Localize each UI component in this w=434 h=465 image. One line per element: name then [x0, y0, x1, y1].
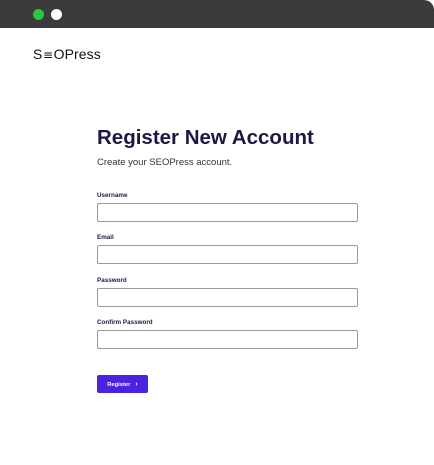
- email-input[interactable]: [97, 245, 358, 264]
- confirm-password-label: Confirm Password: [97, 319, 153, 326]
- logo-prefix: S: [33, 46, 43, 62]
- username-label: Username: [97, 192, 128, 199]
- username-input[interactable]: [97, 203, 358, 222]
- email-label: Email: [97, 234, 114, 241]
- window-green-dot-icon[interactable]: [33, 9, 44, 20]
- page-subtitle: Create your SEOPress account.: [97, 157, 233, 168]
- logo-suffix: OPress: [53, 46, 101, 62]
- confirm-password-input[interactable]: [97, 330, 358, 349]
- register-button-label: Register: [107, 381, 131, 388]
- seopress-logo[interactable]: S≡OPress: [33, 46, 101, 62]
- username-field-group: Username: [97, 192, 359, 222]
- window-titlebar: [0, 0, 434, 28]
- password-label: Password: [97, 277, 127, 284]
- password-field-group: Password: [97, 277, 359, 307]
- register-button[interactable]: Register ›: [97, 375, 148, 393]
- page-title: Register New Account: [97, 126, 314, 149]
- password-input[interactable]: [97, 288, 358, 307]
- page: S≡OPress Register New Account Create you…: [0, 0, 434, 465]
- chevron-right-icon: ›: [135, 380, 138, 388]
- window-white-dot-icon[interactable]: [51, 9, 62, 20]
- confirm-password-field-group: Confirm Password: [97, 319, 359, 349]
- logo-symbol: ≡: [42, 48, 54, 62]
- email-field-group: Email: [97, 234, 359, 264]
- register-form: Register New Account Create your SEOPres…: [97, 124, 359, 393]
